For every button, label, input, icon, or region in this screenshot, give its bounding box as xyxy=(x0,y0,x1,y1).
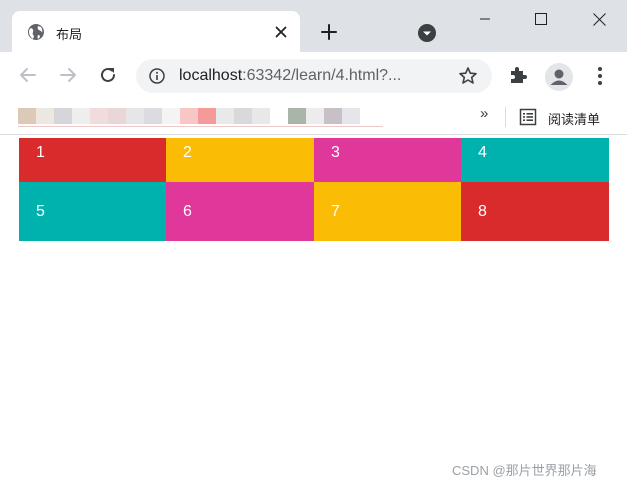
new-tab-plus-icon[interactable] xyxy=(319,22,339,42)
site-info-icon[interactable] xyxy=(149,68,165,84)
tab-title: 布局 xyxy=(56,27,83,42)
close-tab-icon[interactable] xyxy=(272,23,290,41)
globe-icon xyxy=(28,24,44,40)
address-bar[interactable]: localhost:63342/learn/4.html?... xyxy=(136,59,492,93)
grid-cell-5: 5 xyxy=(19,182,166,241)
grid-cell-2: 2 xyxy=(166,138,314,182)
bookmark-star-icon[interactable] xyxy=(458,66,478,86)
grid-cell-3: 3 xyxy=(314,138,461,182)
extensions-puzzle-icon[interactable] xyxy=(508,65,528,85)
back-arrow-icon xyxy=(20,68,36,82)
browser-toolbar: localhost:63342/learn/4.html?... xyxy=(0,52,627,100)
close-window-icon xyxy=(592,12,606,26)
url-path: :63342/learn/4.html?... xyxy=(242,67,402,84)
bookmarks-divider xyxy=(505,107,506,127)
reading-list-label[interactable]: 阅读清单 xyxy=(548,109,600,128)
minimize-button[interactable] xyxy=(457,0,513,38)
url-text[interactable]: localhost:63342/learn/4.html?... xyxy=(179,67,401,85)
reading-list-icon[interactable] xyxy=(519,108,537,126)
profile-avatar-button[interactable] xyxy=(545,63,573,91)
layout-grid: 1 2 3 4 5 6 7 8 xyxy=(19,138,609,241)
grid-cell-4: 4 xyxy=(461,138,609,182)
url-host: localhost xyxy=(179,67,243,84)
forward-button[interactable] xyxy=(56,63,80,87)
bookmark-underline xyxy=(18,126,383,127)
grid-cell-7: 7 xyxy=(314,182,461,241)
back-button[interactable] xyxy=(16,63,40,87)
csdn-watermark: CSDN @那片世界那片海 xyxy=(452,463,597,478)
bookmarks-bar: » 阅读清单 xyxy=(0,100,627,135)
grid-cell-8: 8 xyxy=(461,182,609,241)
forward-arrow-icon xyxy=(60,68,76,82)
tab-search-icon[interactable] xyxy=(417,23,437,43)
more-menu-icon[interactable] xyxy=(590,64,610,88)
active-tab[interactable]: 布局 xyxy=(12,11,300,52)
grid-cell-6: 6 xyxy=(166,182,314,241)
maximize-icon xyxy=(535,13,547,25)
minimize-icon xyxy=(480,18,490,20)
reload-icon xyxy=(101,67,115,82)
grid-cell-1: 1 xyxy=(19,138,166,182)
blurred-bookmarks[interactable] xyxy=(18,108,360,124)
close-window-button[interactable] xyxy=(571,0,627,38)
reload-button[interactable] xyxy=(96,63,120,87)
maximize-button[interactable] xyxy=(513,0,569,38)
person-icon xyxy=(550,69,568,85)
tab-strip: 布局 xyxy=(0,0,627,52)
more-bookmarks-chevron[interactable]: » xyxy=(480,105,488,122)
